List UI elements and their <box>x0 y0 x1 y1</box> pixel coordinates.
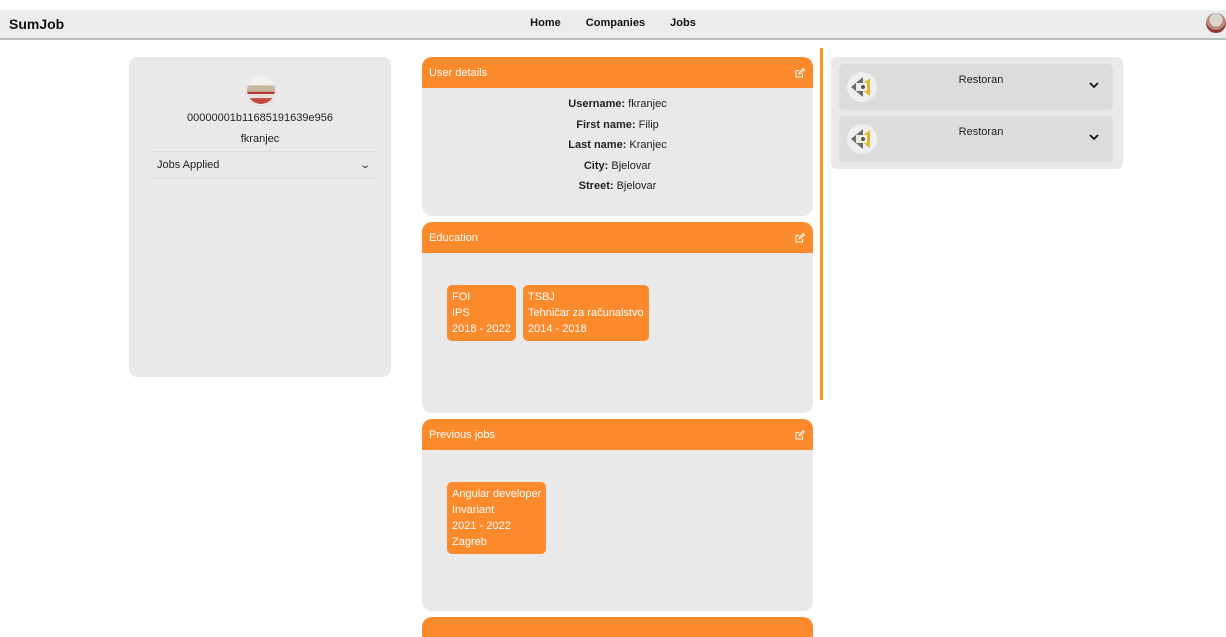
education-item[interactable]: FOI IPS 2018 - 2022 <box>447 285 516 341</box>
company-name: Restoran <box>958 126 1004 138</box>
nav-companies[interactable]: Companies <box>586 17 645 29</box>
profile-avatar <box>245 74 277 106</box>
next-card-header <box>422 617 813 637</box>
column-divider <box>820 48 823 400</box>
education-card: Education FOI IPS 2018 - 2022 TSBJ Tehni… <box>422 222 813 413</box>
company-item[interactable]: Restoran <box>839 64 1113 110</box>
education-header: Education <box>422 222 813 253</box>
user-details-body: Username: fkranjec First name: Filip Las… <box>422 88 813 197</box>
chevron-down-icon[interactable] <box>1089 80 1099 92</box>
profile-card: 00000001b11685191639e956 fkranjec Jobs A… <box>129 57 391 377</box>
nav-jobs[interactable]: Jobs <box>670 17 696 29</box>
previous-job-item[interactable]: Angular developer Invariant 2021 - 2022 … <box>447 482 547 554</box>
education-title: Education <box>429 231 478 244</box>
next-card <box>422 617 813 637</box>
company-item[interactable]: Restoran <box>839 116 1113 162</box>
edit-icon[interactable] <box>795 67 805 78</box>
nav-home[interactable]: Home <box>530 17 561 29</box>
detail-username: Username: fkranjec <box>568 98 667 110</box>
detail-last-name: Last name: Kranjec <box>568 139 667 151</box>
user-details-card: User details Username: fkranjec First na… <box>422 57 813 216</box>
education-item[interactable]: TSBJ Tehničar za računalstvo 2014 - 2018 <box>523 285 649 341</box>
previous-jobs-title: Previous jobs <box>429 428 496 441</box>
jobs-applied-dropdown[interactable]: Jobs Applied ⌄ <box>151 151 375 179</box>
company-name: Restoran <box>958 74 1004 86</box>
user-details-title: User details <box>429 66 488 79</box>
user-details-header: User details <box>422 57 813 88</box>
detail-first-name: First name: Filip <box>576 118 659 131</box>
main-nav: Home Companies Jobs <box>0 17 1226 29</box>
user-avatar-button[interactable] <box>1206 13 1226 33</box>
chevron-down-icon: ⌄ <box>358 159 371 171</box>
previous-jobs-header: Previous jobs <box>422 419 813 450</box>
top-navbar: SumJob Home Companies Jobs <box>0 10 1226 40</box>
companies-panel: Restoran Restoran <box>831 57 1123 169</box>
chevron-down-icon[interactable] <box>1089 132 1099 144</box>
edit-icon[interactable] <box>795 232 805 243</box>
previous-jobs-card: Previous jobs Angular developer Invarian… <box>422 419 813 611</box>
edit-icon[interactable] <box>795 429 805 440</box>
profile-id: 00000001b11685191639e956 <box>186 112 333 124</box>
profile-username: fkranjec <box>240 133 280 145</box>
detail-city: City: Bjelovar <box>583 159 652 172</box>
detail-street: Street: Bjelovar <box>578 180 657 192</box>
jobs-applied-label: Jobs Applied <box>157 159 220 171</box>
